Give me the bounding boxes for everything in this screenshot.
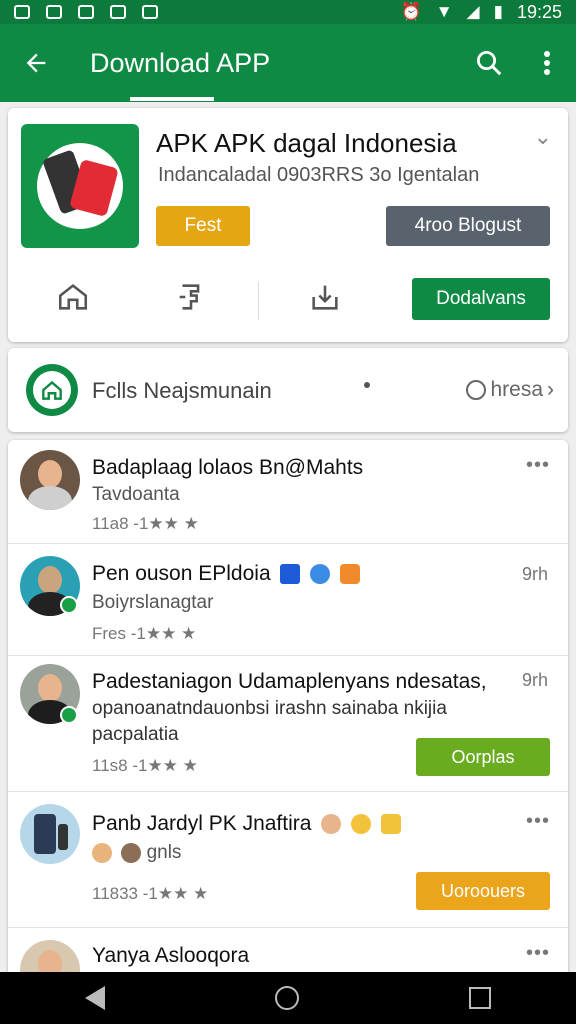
face-emoji-icon bbox=[92, 842, 112, 863]
feed-action-button[interactable]: Oorplas bbox=[416, 738, 550, 776]
status-bar: ⏰ ▼ ◢ ▮ 19:25 bbox=[0, 0, 576, 24]
nav-home-icon[interactable] bbox=[275, 986, 299, 1010]
feed-item-subtitle: gnls bbox=[92, 842, 181, 864]
notification-icon bbox=[14, 5, 30, 19]
chevron-down-icon[interactable]: ⌄ bbox=[534, 124, 552, 150]
avatar[interactable] bbox=[20, 804, 80, 864]
tab-indicator bbox=[130, 97, 214, 101]
feed-item-name: Pen ouson EPldoia bbox=[92, 562, 361, 586]
app-card: APK APK dagal Indonesia Indancaladal 090… bbox=[8, 108, 568, 342]
verified-badge-icon bbox=[60, 706, 78, 724]
feed-item-name: Yanya Aslooqora bbox=[92, 944, 250, 967]
more-vert-icon bbox=[544, 51, 550, 75]
feed-item-time: 9rh bbox=[521, 670, 548, 690]
clock-time: 19:25 bbox=[516, 1, 562, 22]
feed-item-time: 9rh bbox=[521, 564, 548, 584]
action-row: Dodalvans bbox=[8, 274, 568, 322]
category-strip[interactable]: Fclls Neajsmunain hresa › bbox=[8, 348, 568, 432]
download-button[interactable]: Dodalvans bbox=[412, 278, 550, 320]
home-icon[interactable] bbox=[56, 280, 90, 314]
feed-action-button[interactable]: Uoroouers bbox=[416, 872, 550, 910]
notification-icon bbox=[142, 5, 158, 19]
app-icon[interactable] bbox=[21, 124, 139, 248]
overflow-menu-button[interactable] bbox=[518, 24, 576, 102]
wifi-icon: ▼ bbox=[435, 2, 453, 21]
app-bar: Download APP bbox=[0, 24, 576, 102]
feed-item[interactable]: Pen ouson EPldoia 9rh Boiyrslanagtar Fre… bbox=[8, 544, 568, 656]
feed-item-name: Badaplaag lolaos Bn@Mahts bbox=[92, 456, 364, 479]
search-button[interactable] bbox=[460, 24, 518, 102]
heart-emoji-icon bbox=[340, 564, 361, 585]
notification-icons bbox=[14, 5, 158, 19]
feed-item[interactable]: Panb Jardyl PK Jnaftira gnls 11833 -1★★ … bbox=[8, 792, 568, 928]
more-horiz-icon[interactable]: ••• bbox=[526, 810, 550, 833]
feed-item-rating: 11a8 -1★★ ★ bbox=[92, 514, 199, 533]
fest-button[interactable]: Fest bbox=[156, 206, 250, 246]
strip-label: Fclls Neajsmunain bbox=[92, 378, 272, 403]
face-emoji-icon bbox=[121, 842, 142, 863]
face-emoji-icon bbox=[351, 814, 372, 835]
avatar[interactable] bbox=[20, 450, 80, 510]
feed-item-text-continued: pacpalatia bbox=[92, 724, 179, 745]
document-icon[interactable] bbox=[174, 280, 208, 314]
swirl-emoji-icon bbox=[310, 564, 331, 585]
strip-history[interactable]: hresa › bbox=[466, 378, 554, 402]
app-title: APK APK dagal Indonesia bbox=[156, 128, 457, 158]
battery-icon: ▮ bbox=[493, 2, 503, 21]
feed-item-rating: 11833 -1★★ ★ bbox=[92, 884, 209, 903]
arrow-left-icon bbox=[26, 53, 46, 73]
search-icon bbox=[477, 51, 502, 76]
feed-item-subtitle: Tavdoanta bbox=[92, 484, 180, 505]
feed-item[interactable]: Badaplaag lolaos Bn@Mahts Tavdoanta 11a8… bbox=[8, 440, 568, 544]
download-tray-icon[interactable] bbox=[308, 280, 342, 314]
feed-item-subtitle: Boiyrslanagtar bbox=[92, 592, 214, 613]
notification-icon bbox=[78, 5, 94, 19]
divider bbox=[258, 282, 259, 320]
alarm-icon: ⏰ bbox=[400, 2, 422, 21]
feed-item-rating: 11s8 -1★★ ★ bbox=[92, 756, 198, 775]
notification-icon bbox=[110, 5, 126, 19]
blog-button[interactable]: 4roo Blogust bbox=[386, 206, 550, 246]
hand-emoji-icon bbox=[380, 814, 401, 835]
feed-list: Badaplaag lolaos Bn@Mahts Tavdoanta 11a8… bbox=[8, 440, 568, 1000]
verified-badge-icon bbox=[60, 596, 78, 614]
face-emoji-icon bbox=[321, 814, 342, 835]
nav-back-icon[interactable] bbox=[85, 986, 105, 1010]
back-button[interactable] bbox=[0, 24, 72, 102]
notification-icon bbox=[46, 5, 62, 19]
home-badge-icon bbox=[26, 364, 78, 416]
more-horiz-icon[interactable]: ••• bbox=[526, 942, 550, 965]
chevron-right-icon: › bbox=[547, 378, 554, 401]
feed-item-name: Padestaniagon Udamaplenyans ndesatas, bbox=[92, 670, 487, 693]
app-subtitle: Indancaladal 0903RRS 3o Igentalan bbox=[158, 164, 480, 186]
flag-emoji-icon bbox=[280, 564, 301, 585]
clock-icon bbox=[466, 380, 487, 400]
page-title: Download APP bbox=[90, 47, 271, 78]
feed-item[interactable]: Padestaniagon Udamaplenyans ndesatas, 9r… bbox=[8, 656, 568, 792]
feed-item-rating: Fres -1★★ ★ bbox=[92, 624, 197, 643]
dot-indicator bbox=[364, 382, 370, 388]
signal-icon: ◢ bbox=[466, 2, 480, 21]
system-nav-bar bbox=[0, 972, 576, 1024]
feed-item-text: opanoanatndauonbsi irashn sainaba nkijia bbox=[92, 698, 447, 719]
more-horiz-icon[interactable]: ••• bbox=[526, 454, 550, 477]
strip-right-label: hresa bbox=[490, 378, 543, 401]
nav-recents-icon[interactable] bbox=[469, 987, 491, 1009]
feed-item-name: Panb Jardyl PK Jnaftira bbox=[92, 812, 401, 836]
